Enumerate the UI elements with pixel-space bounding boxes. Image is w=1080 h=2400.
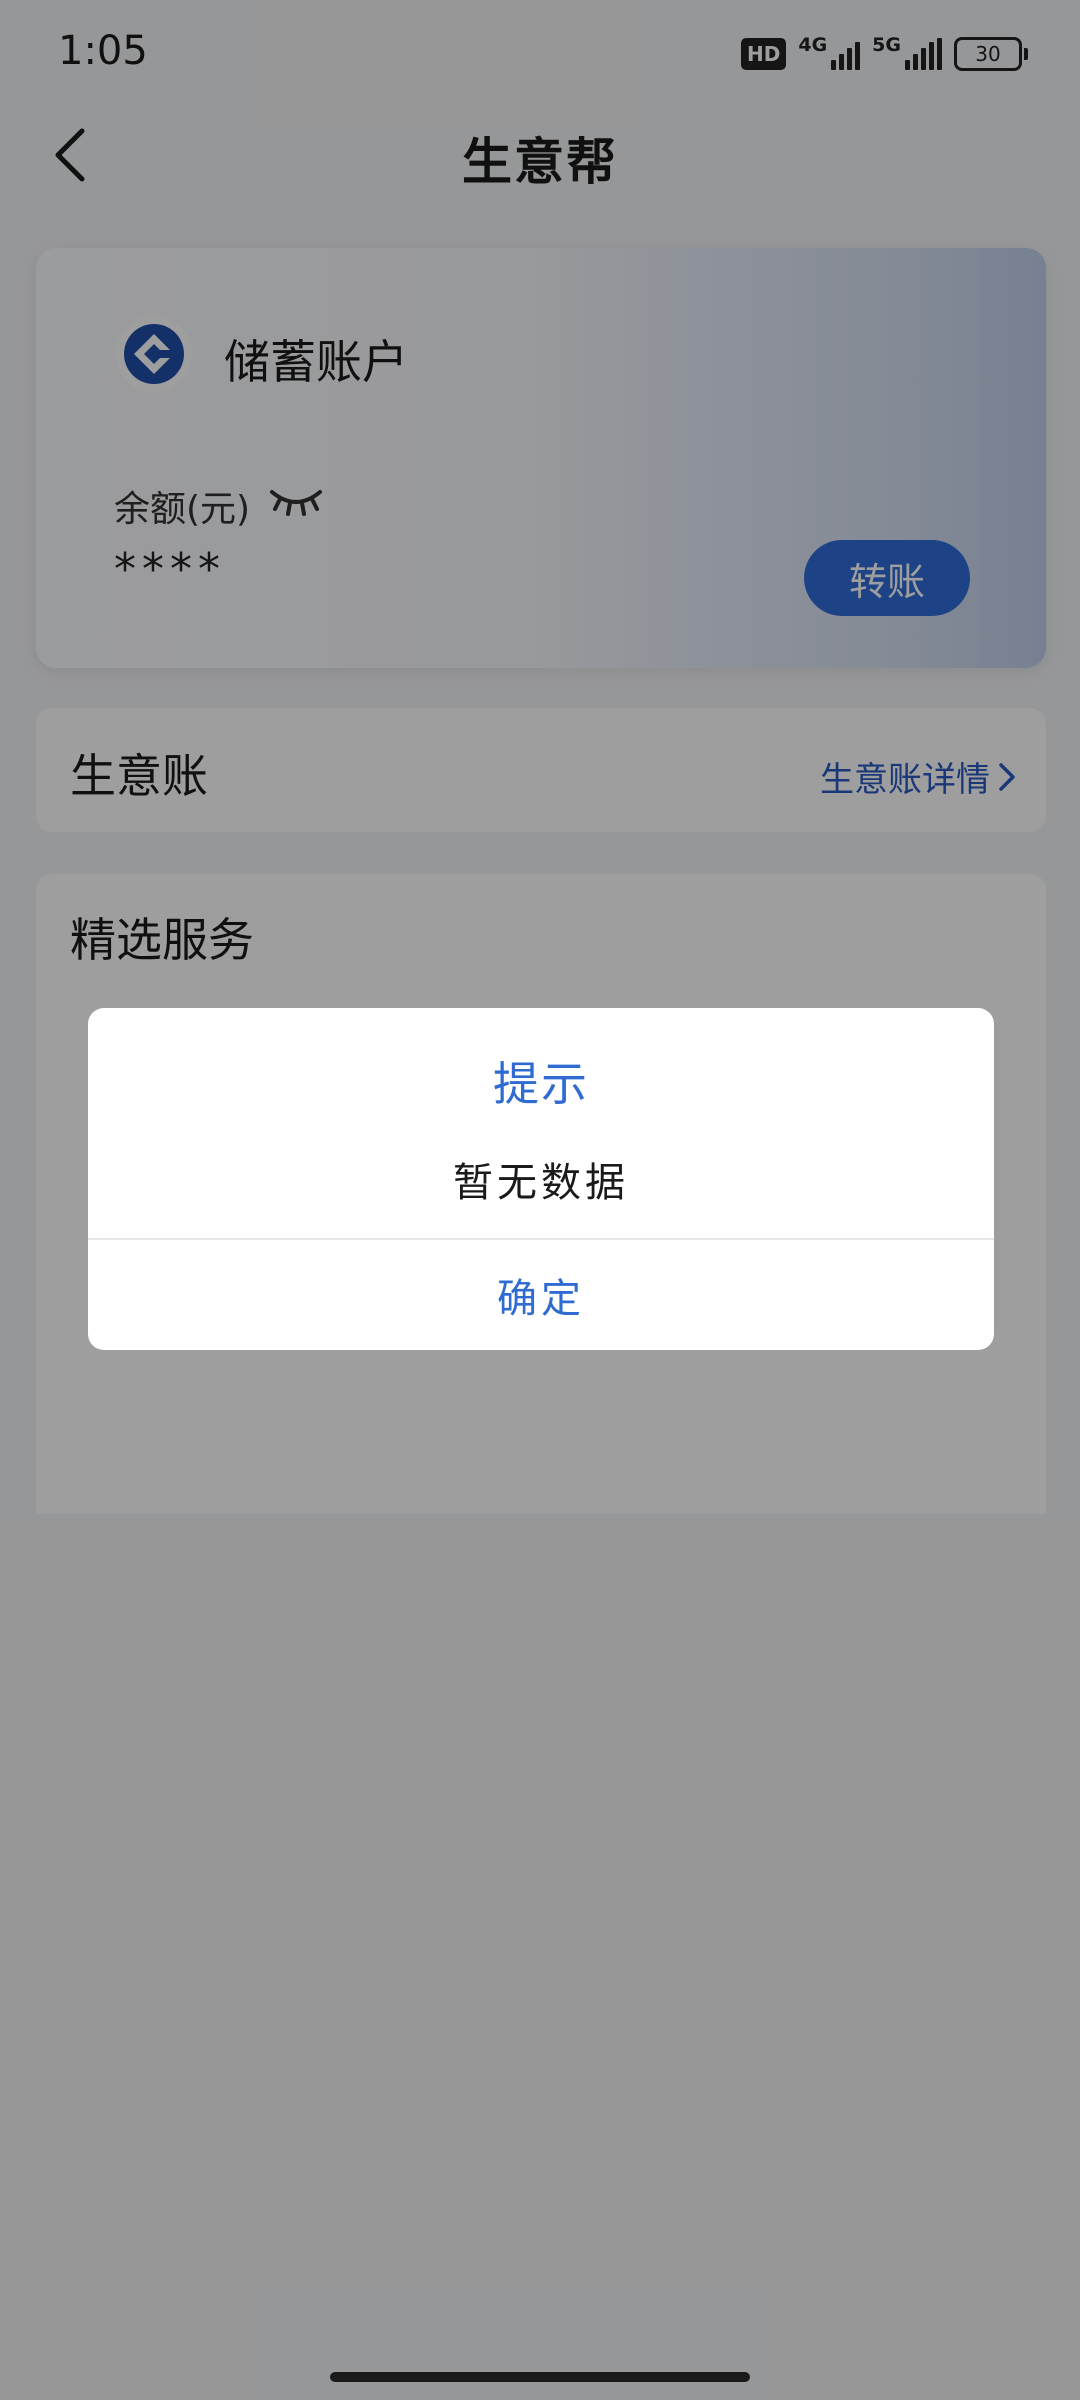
dialog-message: 暂无数据 — [453, 1160, 629, 1206]
confirm-button[interactable]: 确定 — [88, 1240, 994, 1350]
dialog-title: 提示 — [493, 1057, 589, 1111]
alert-dialog: 提示 暂无数据 确定 — [88, 1008, 994, 1350]
home-indicator[interactable] — [330, 2372, 750, 2382]
